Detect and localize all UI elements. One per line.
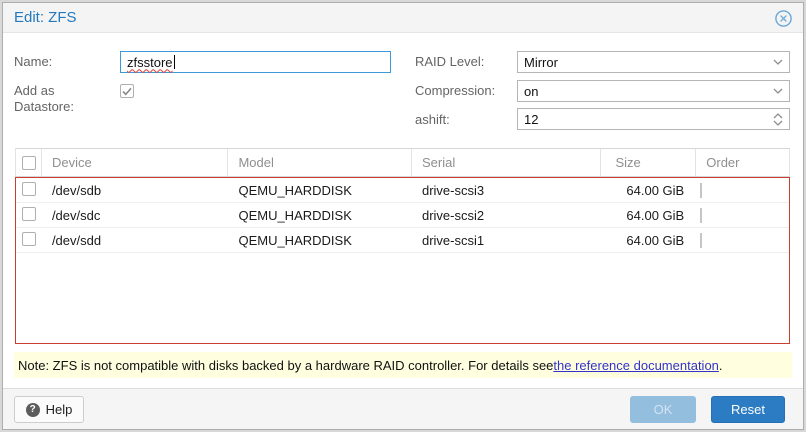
add-as-datastore-checkbox[interactable] — [120, 84, 134, 98]
dialog-footer: ? Help OK Reset — [3, 388, 803, 429]
chevron-down-icon[interactable] — [773, 81, 783, 101]
order-spinner[interactable] — [700, 233, 702, 248]
order-cell — [696, 208, 789, 223]
order-spinner[interactable] — [700, 208, 702, 223]
compression-label: Compression: — [415, 83, 515, 99]
model-cell: QEMU_HARDDISK — [228, 233, 412, 248]
dialog-titlebar: Edit: ZFS — [3, 3, 803, 33]
ashift-spinner[interactable]: 12 — [517, 108, 790, 130]
row-checkbox-cell — [16, 232, 42, 249]
model-cell: QEMU_HARDDISK — [228, 183, 412, 198]
dialog-title: Edit: ZFS — [14, 9, 77, 26]
device-cell: /dev/sdd — [42, 233, 229, 248]
row-checkbox-cell — [16, 207, 42, 224]
table-row[interactable]: /dev/sdd QEMU_HARDDISK drive-scsi1 64.00… — [16, 228, 789, 253]
order-cell — [696, 233, 789, 248]
row-checkbox[interactable] — [22, 232, 36, 246]
size-cell: 64.00 GiB — [601, 183, 696, 198]
chevron-down-icon[interactable] — [773, 52, 783, 72]
device-cell: /dev/sdb — [42, 183, 229, 198]
raid-level-value: Mirror — [524, 55, 558, 70]
select-all-checkbox[interactable] — [22, 156, 36, 170]
help-icon: ? — [26, 403, 40, 417]
row-checkbox[interactable] — [22, 207, 36, 221]
column-header-size[interactable]: Size — [601, 149, 696, 176]
check-icon — [122, 87, 132, 96]
table-row[interactable]: /dev/sdc QEMU_HARDDISK drive-scsi2 64.00… — [16, 203, 789, 228]
ashift-value: 12 — [524, 112, 538, 127]
order-cell — [696, 183, 789, 198]
raid-level-combo[interactable]: Mirror — [517, 51, 790, 73]
column-header-device[interactable]: Device — [42, 149, 229, 176]
column-header-model[interactable]: Model — [228, 149, 412, 176]
name-input[interactable]: zfsstore — [120, 51, 391, 73]
name-input-value: zfsstore — [127, 55, 173, 70]
add-as-datastore-label: Add as Datastore: — [14, 83, 110, 115]
disk-table-body: /dev/sdb QEMU_HARDDISK drive-scsi3 64.00… — [15, 177, 790, 344]
help-button-label: Help — [46, 402, 73, 417]
column-header-order[interactable]: Order — [696, 149, 789, 176]
serial-cell: drive-scsi1 — [412, 233, 602, 248]
compression-combo[interactable]: on — [517, 80, 790, 102]
select-all-cell — [16, 149, 42, 176]
order-spinner[interactable] — [700, 183, 702, 198]
serial-cell: drive-scsi3 — [412, 183, 602, 198]
note-text-suffix: . — [719, 358, 723, 373]
note-text: Note: ZFS is not compatible with disks b… — [18, 358, 553, 373]
raid-level-label: RAID Level: — [415, 54, 515, 70]
ashift-label: ashift: — [415, 112, 515, 128]
compression-value: on — [524, 84, 538, 99]
help-button[interactable]: ? Help — [14, 396, 84, 423]
reset-button-label: Reset — [731, 402, 765, 417]
row-checkbox-cell — [16, 182, 42, 199]
text-caret — [174, 55, 175, 69]
size-cell: 64.00 GiB — [601, 233, 696, 248]
ok-button[interactable]: OK — [630, 396, 696, 423]
ok-button-label: OK — [654, 402, 673, 417]
edit-zfs-dialog: Edit: ZFS Name: zfsstore Add as Datastor… — [2, 2, 804, 430]
reference-documentation-link[interactable]: the reference documentation — [553, 358, 719, 373]
serial-cell: drive-scsi2 — [412, 208, 602, 223]
spinner-down-icon[interactable] — [773, 120, 783, 126]
close-icon[interactable] — [775, 10, 792, 27]
size-cell: 64.00 GiB — [601, 208, 696, 223]
model-cell: QEMU_HARDDISK — [228, 208, 412, 223]
reset-button[interactable]: Reset — [711, 396, 785, 423]
zfs-note: Note: ZFS is not compatible with disks b… — [14, 352, 792, 378]
spinner-up-icon[interactable] — [773, 113, 783, 119]
name-label: Name: — [14, 54, 114, 70]
device-cell: /dev/sdc — [42, 208, 229, 223]
column-header-serial[interactable]: Serial — [412, 149, 602, 176]
row-checkbox[interactable] — [22, 182, 36, 196]
disk-table-header: Device Model Serial Size Order — [15, 148, 790, 177]
table-row[interactable]: /dev/sdb QEMU_HARDDISK drive-scsi3 64.00… — [16, 178, 789, 203]
